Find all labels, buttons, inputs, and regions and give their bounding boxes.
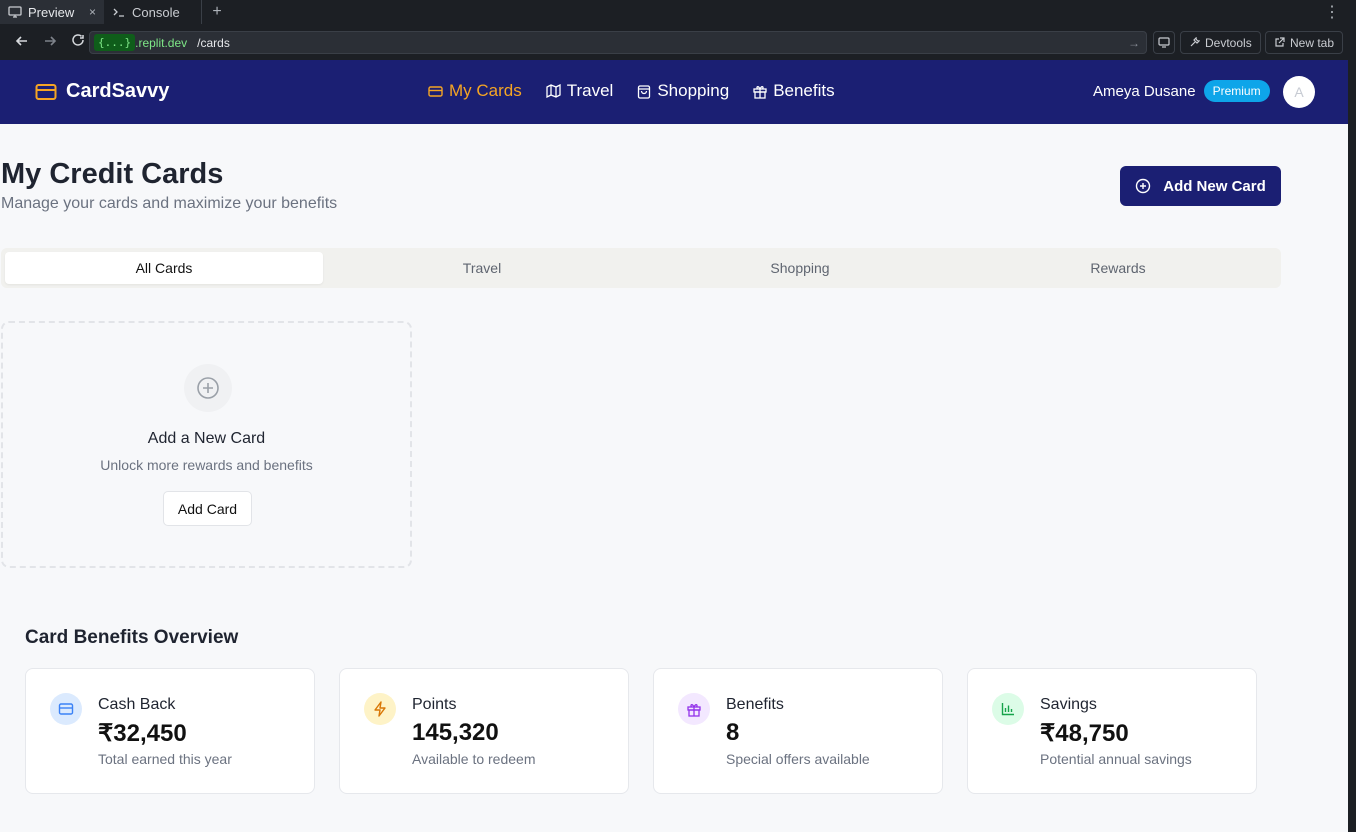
card-category-tabs: All Cards Travel Shopping Rewards	[1, 248, 1281, 288]
user-name: Ameya Dusane	[1093, 82, 1196, 100]
stat-label: Cash Back	[98, 696, 176, 713]
page-title: My Credit Cards	[1, 158, 224, 190]
shopping-bag-icon	[638, 84, 651, 99]
close-icon[interactable]: ×	[89, 5, 96, 19]
add-new-card-button[interactable]: Add New Card	[1120, 166, 1281, 206]
gift-icon	[753, 85, 767, 99]
avatar[interactable]: A	[1283, 76, 1315, 108]
page-subtitle: Manage your cards and maximize your bene…	[1, 195, 338, 212]
new-tab-plus-button[interactable]: +	[202, 3, 232, 21]
tab-console[interactable]: Console	[104, 0, 202, 24]
stat-card-benefits: Benefits 8 Special offers available	[653, 668, 943, 794]
back-arrow-icon[interactable]	[8, 34, 36, 51]
kebab-menu-icon[interactable]: ⋮	[1324, 2, 1340, 22]
nav-label: Shopping	[657, 81, 730, 100]
credit-card-icon	[35, 83, 57, 100]
new-tab-label: New tab	[1290, 35, 1335, 50]
user-info: Ameya Dusane Premium	[1093, 80, 1270, 102]
tab-travel[interactable]: Travel	[323, 252, 641, 284]
stat-description: Special offers available	[726, 751, 870, 767]
browser-url-bar: {...} .replit.dev /cards → Devtools New …	[0, 24, 1356, 60]
tab-label: Console	[132, 4, 180, 20]
nav-travel[interactable]: Travel	[546, 81, 614, 101]
go-arrow-icon[interactable]: →	[1128, 36, 1140, 50]
credit-card-icon	[428, 85, 443, 97]
nav-benefits[interactable]: Benefits	[753, 81, 835, 101]
device-preview-button[interactable]	[1153, 31, 1175, 54]
gift-icon	[678, 693, 710, 725]
stat-card-points: Points 145,320 Available to redeem	[339, 668, 629, 794]
forward-arrow-icon[interactable]	[36, 34, 64, 51]
tab-all-cards[interactable]: All Cards	[5, 252, 323, 284]
bar-chart-icon	[992, 693, 1024, 725]
address-bar[interactable]: {...} .replit.dev /cards →	[89, 31, 1147, 54]
map-icon	[546, 84, 561, 98]
monitor-icon	[8, 6, 22, 18]
stat-value: 8	[726, 719, 740, 746]
add-card-subtitle: Unlock more rewards and benefits	[100, 457, 313, 473]
wrench-icon	[1190, 37, 1200, 47]
nav-shopping[interactable]: Shopping	[637, 81, 729, 101]
nav-label: Benefits	[773, 81, 835, 100]
stat-description: Potential annual savings	[1040, 751, 1192, 767]
browser-tab-bar: Preview × Console + ⋮	[0, 0, 1356, 24]
brand-logo[interactable]: CardSavvy	[35, 80, 169, 103]
stat-card-cash-back: Cash Back ₹32,450 Total earned this year	[25, 668, 315, 794]
devtools-button[interactable]: Devtools	[1180, 31, 1261, 54]
credit-card-icon	[50, 693, 82, 725]
plus-circle-icon	[184, 364, 232, 412]
add-card-button[interactable]: Add Card	[163, 491, 252, 526]
tab-rewards[interactable]: Rewards	[959, 252, 1277, 284]
tab-label: Preview	[28, 4, 75, 20]
add-card-title: Add a New Card	[147, 430, 266, 447]
open-new-tab-button[interactable]: New tab	[1265, 31, 1344, 54]
stat-label: Savings	[1040, 696, 1097, 713]
nav-my-cards[interactable]: My Cards	[428, 81, 522, 101]
stat-card-savings: Savings ₹48,750 Potential annual savings	[967, 668, 1257, 794]
reload-icon[interactable]	[64, 33, 92, 51]
overview-title: Card Benefits Overview	[25, 627, 239, 648]
lightning-icon	[364, 693, 396, 725]
stat-description: Total earned this year	[98, 751, 232, 767]
main-nav: My Cards Travel Shopping Benefits	[428, 81, 835, 101]
add-card-placeholder[interactable]: Add a New Card Unlock more rewards and b…	[1, 321, 412, 568]
external-link-icon	[1275, 37, 1285, 47]
top-navbar: CardSavvy My Cards Travel Shopping Benef…	[0, 60, 1348, 124]
url-host: .replit.dev	[135, 35, 188, 50]
nav-label: Travel	[566, 81, 614, 100]
app-viewport: CardSavvy My Cards Travel Shopping Benef…	[0, 60, 1348, 832]
stat-value: ₹48,750	[1040, 720, 1129, 747]
stat-label: Points	[412, 696, 457, 713]
button-label: Add New Card	[1163, 177, 1266, 195]
scrollbar[interactable]	[1348, 60, 1356, 832]
brand-name: CardSavvy	[66, 80, 170, 102]
stat-label: Benefits	[726, 696, 784, 713]
url-path: /cards	[197, 35, 230, 50]
host-badge: {...}	[94, 34, 136, 51]
nav-label: My Cards	[449, 81, 522, 100]
stat-value: 145,320	[412, 719, 499, 746]
tab-shopping[interactable]: Shopping	[641, 252, 959, 284]
devtools-label: Devtools	[1205, 35, 1252, 50]
device-icon	[1158, 37, 1170, 48]
terminal-icon	[113, 8, 124, 17]
tab-preview[interactable]: Preview ×	[0, 0, 104, 24]
plus-circle-icon	[1136, 178, 1151, 194]
stat-description: Available to redeem	[412, 751, 536, 767]
premium-badge: Premium	[1203, 80, 1270, 102]
stat-value: ₹32,450	[98, 720, 187, 747]
